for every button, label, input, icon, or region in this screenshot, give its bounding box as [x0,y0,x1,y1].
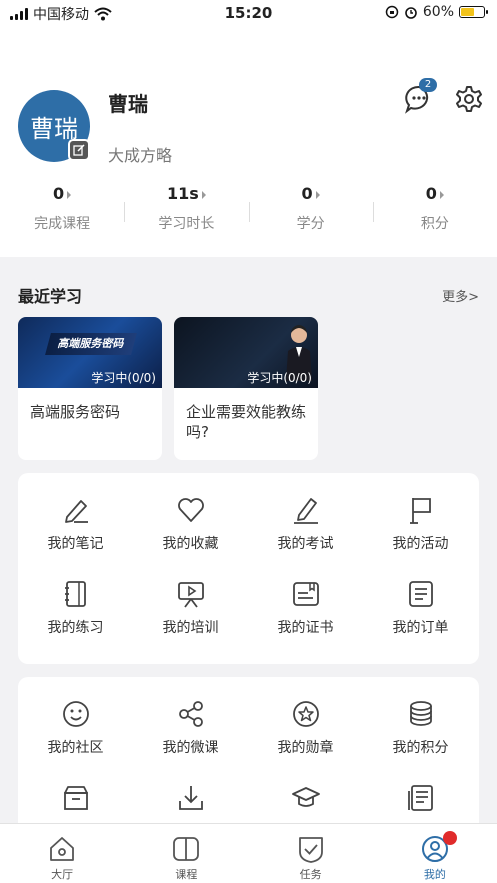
course-thumbnail: 学习中(0/0) [174,317,318,388]
flag-icon [409,498,431,524]
feature-panel-1: 我的笔记 我的收藏 我的考试 我的活动 我的练习 我的培训 我的证书 我的订单 [18,473,479,664]
more-link[interactable]: 更多> [442,286,479,305]
alarm-icon [405,7,417,19]
home-icon [50,837,75,861]
tab-tasks[interactable]: 任务 [249,824,373,883]
notification-dot [443,831,457,845]
user-organization: 大成方略 [108,146,173,165]
book-icon [173,837,200,861]
course-title: 企业需要效能教练吗? [186,403,307,441]
graduation-icon [291,787,320,807]
order-icon [408,581,433,607]
edit-icon [293,498,318,524]
recent-learning-title: 最近学习 [18,287,83,306]
tab-mine[interactable]: 我的 [373,824,497,883]
course-thumbnail: 高端服务密码 学习中(0/0) [18,317,162,388]
gear-icon[interactable] [454,84,484,114]
tab-hall[interactable]: 大厅 [0,824,124,883]
profile-header: 曹瑞 曹瑞 大成方略 2 0 完成课程 11s 学习时长 0 学分 0 积分 [0,28,497,257]
pencil-icon [64,500,88,523]
battery-percent: 60% [422,4,454,20]
stat-label: 学习时长 [158,216,215,232]
course-card[interactable]: 学习中(0/0) 企业需要效能教练吗? [174,317,318,460]
grid-item-practice[interactable]: 我的练习 [18,579,133,637]
thumbnail-text: 高端服务密码 [45,333,137,355]
course-progress: 学习中(0/0) [91,371,156,385]
stats-row: 0 完成课程 11s 学习时长 0 学分 0 积分 [0,184,497,240]
stat-points[interactable]: 0 积分 [372,184,497,240]
grid-item-favorites[interactable]: 我的收藏 [133,495,248,553]
course-progress: 学习中(0/0) [247,371,312,385]
grid-item-training[interactable]: 我的培训 [133,579,248,637]
stat-study-time[interactable]: 11s 学习时长 [124,184,248,240]
grid-item-microcourse[interactable]: 我的微课 [133,699,248,757]
heart-icon [177,498,204,522]
stat-label: 学分 [296,216,325,232]
archive-icon [63,786,88,810]
stat-label: 积分 [420,216,449,232]
battery-icon [459,6,488,18]
grid-item-notes[interactable]: 我的笔记 [18,495,133,553]
stat-completed-courses[interactable]: 0 完成课程 [0,184,124,240]
grid-item-activities[interactable]: 我的活动 [363,495,478,553]
grid-item-medals[interactable]: 我的勋章 [248,699,363,757]
smile-icon [62,701,89,727]
certificate-icon [292,582,319,606]
medal-icon [292,701,319,727]
grid-item-exams[interactable]: 我的考试 [248,495,363,553]
stat-label: 完成课程 [34,216,91,232]
grid-item-certificates[interactable]: 我的证书 [248,579,363,637]
rotation-lock-icon [385,5,399,19]
user-name: 曹瑞 [108,92,148,116]
feature-panel-2: 我的社区 我的微课 我的勋章 我的积分 [18,677,479,837]
task-icon [298,837,323,863]
grid-item-download[interactable] [133,783,248,813]
document-icon [407,785,433,811]
notebook-icon [64,581,86,607]
download-icon [178,786,203,810]
tab-courses[interactable]: 课程 [124,824,248,883]
grid-item-graduation[interactable] [248,783,363,813]
course-title: 高端服务密码 [30,403,121,421]
bottom-tab-bar: 大厅 课程 任务 我的 [0,823,497,883]
coins-icon [409,701,432,726]
grid-item-points[interactable]: 我的积分 [363,699,478,757]
grid-item-archive[interactable] [18,783,133,813]
edit-avatar-icon[interactable] [68,139,90,161]
message-badge: 2 [419,78,437,92]
course-card[interactable]: 高端服务密码 学习中(0/0) 高端服务密码 [18,317,162,460]
stat-credits[interactable]: 0 学分 [248,184,373,240]
grid-item-community[interactable]: 我的社区 [18,699,133,757]
presentation-icon [177,582,204,608]
share-icon [178,701,203,727]
status-bar: 中国移动 15:20 60% [0,0,497,28]
grid-item-orders[interactable]: 我的订单 [363,579,478,637]
grid-item-document[interactable] [363,783,478,813]
